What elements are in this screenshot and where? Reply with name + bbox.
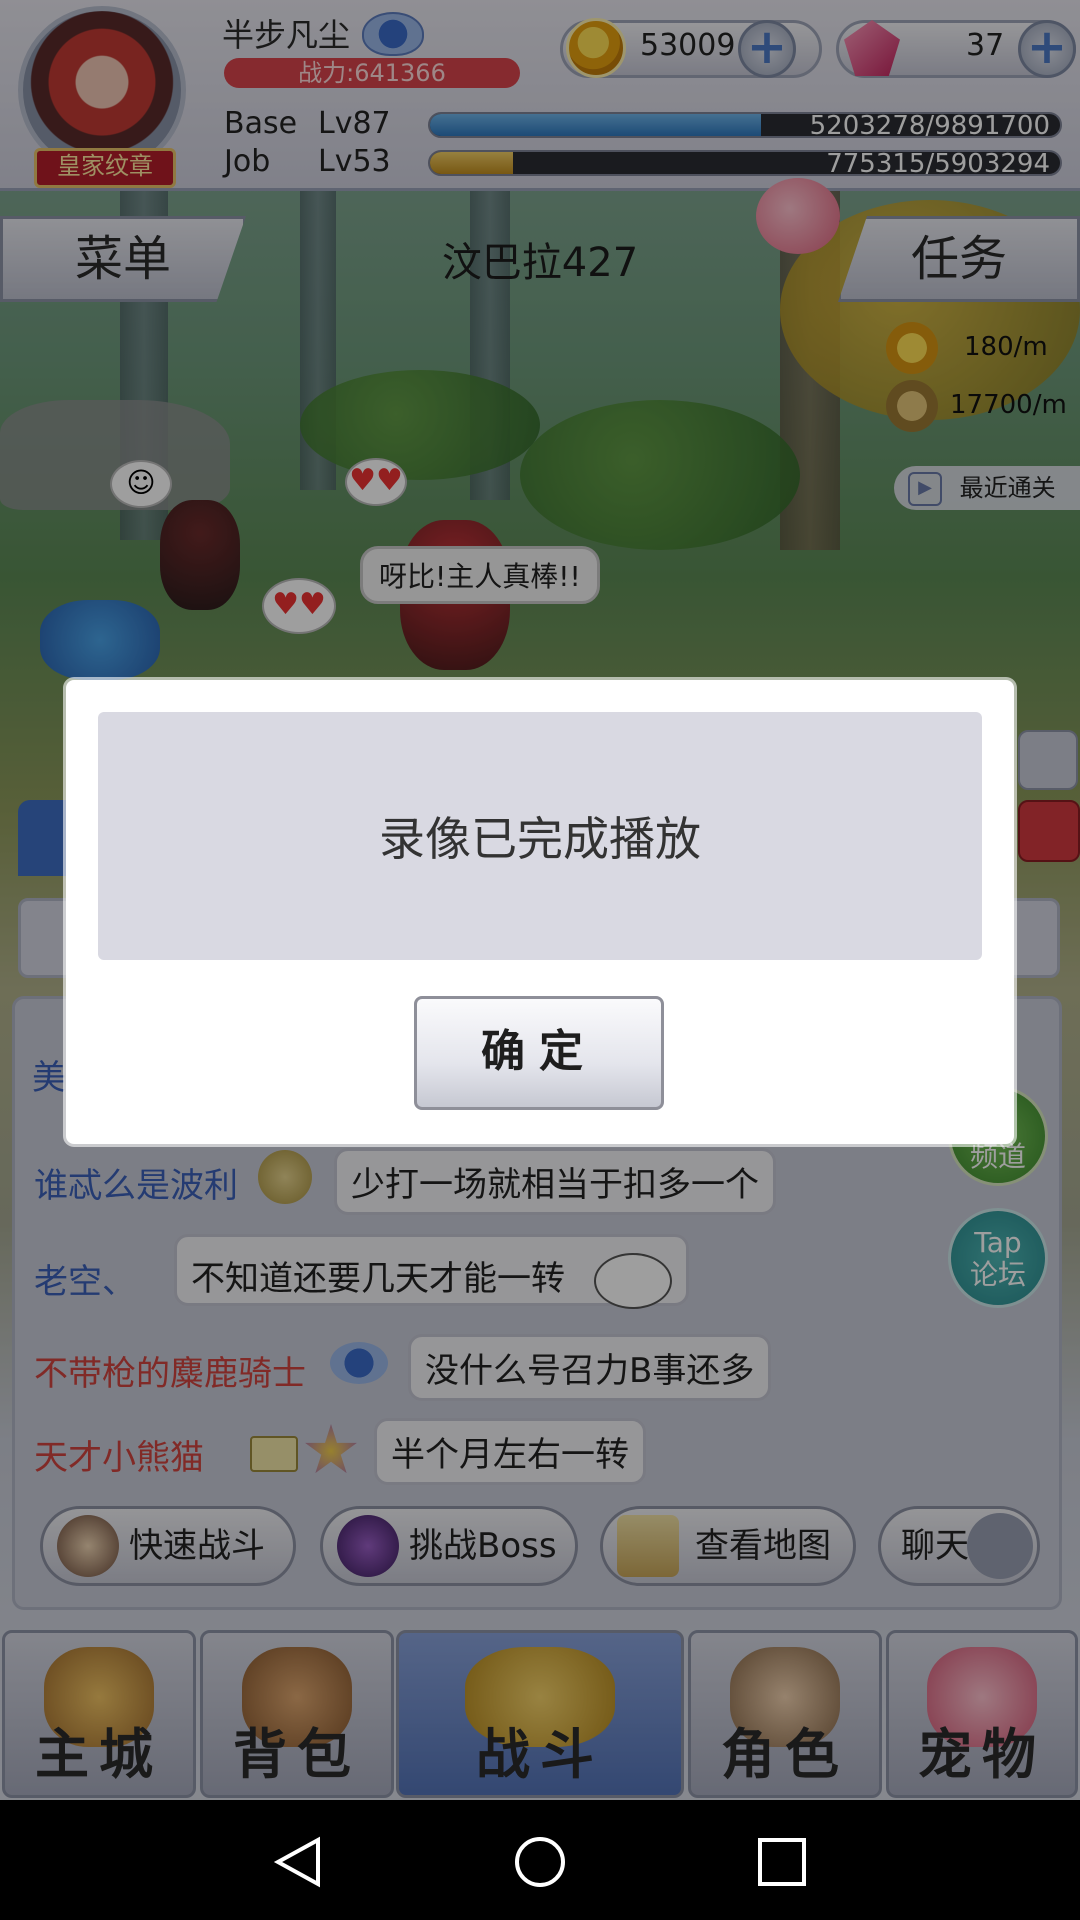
recents-icon[interactable] (756, 1836, 808, 1888)
home-icon[interactable] (514, 1836, 566, 1888)
replay-finished-dialog: 录像已完成播放 确定 (66, 680, 1014, 1144)
back-icon[interactable] (272, 1836, 324, 1888)
confirm-button[interactable]: 确定 (414, 996, 664, 1110)
system-nav-bar (0, 1800, 1080, 1920)
dialog-message: 录像已完成播放 (98, 712, 982, 960)
